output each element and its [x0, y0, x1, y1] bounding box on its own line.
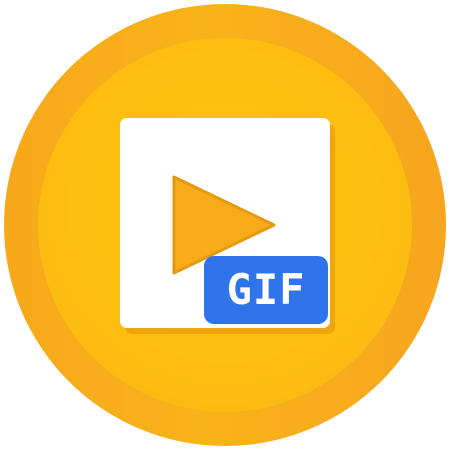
gif-badge: GIF: [204, 256, 328, 324]
gif-badge-label: GIF: [226, 265, 306, 314]
gif-icon-canvas: GIF: [0, 0, 450, 450]
